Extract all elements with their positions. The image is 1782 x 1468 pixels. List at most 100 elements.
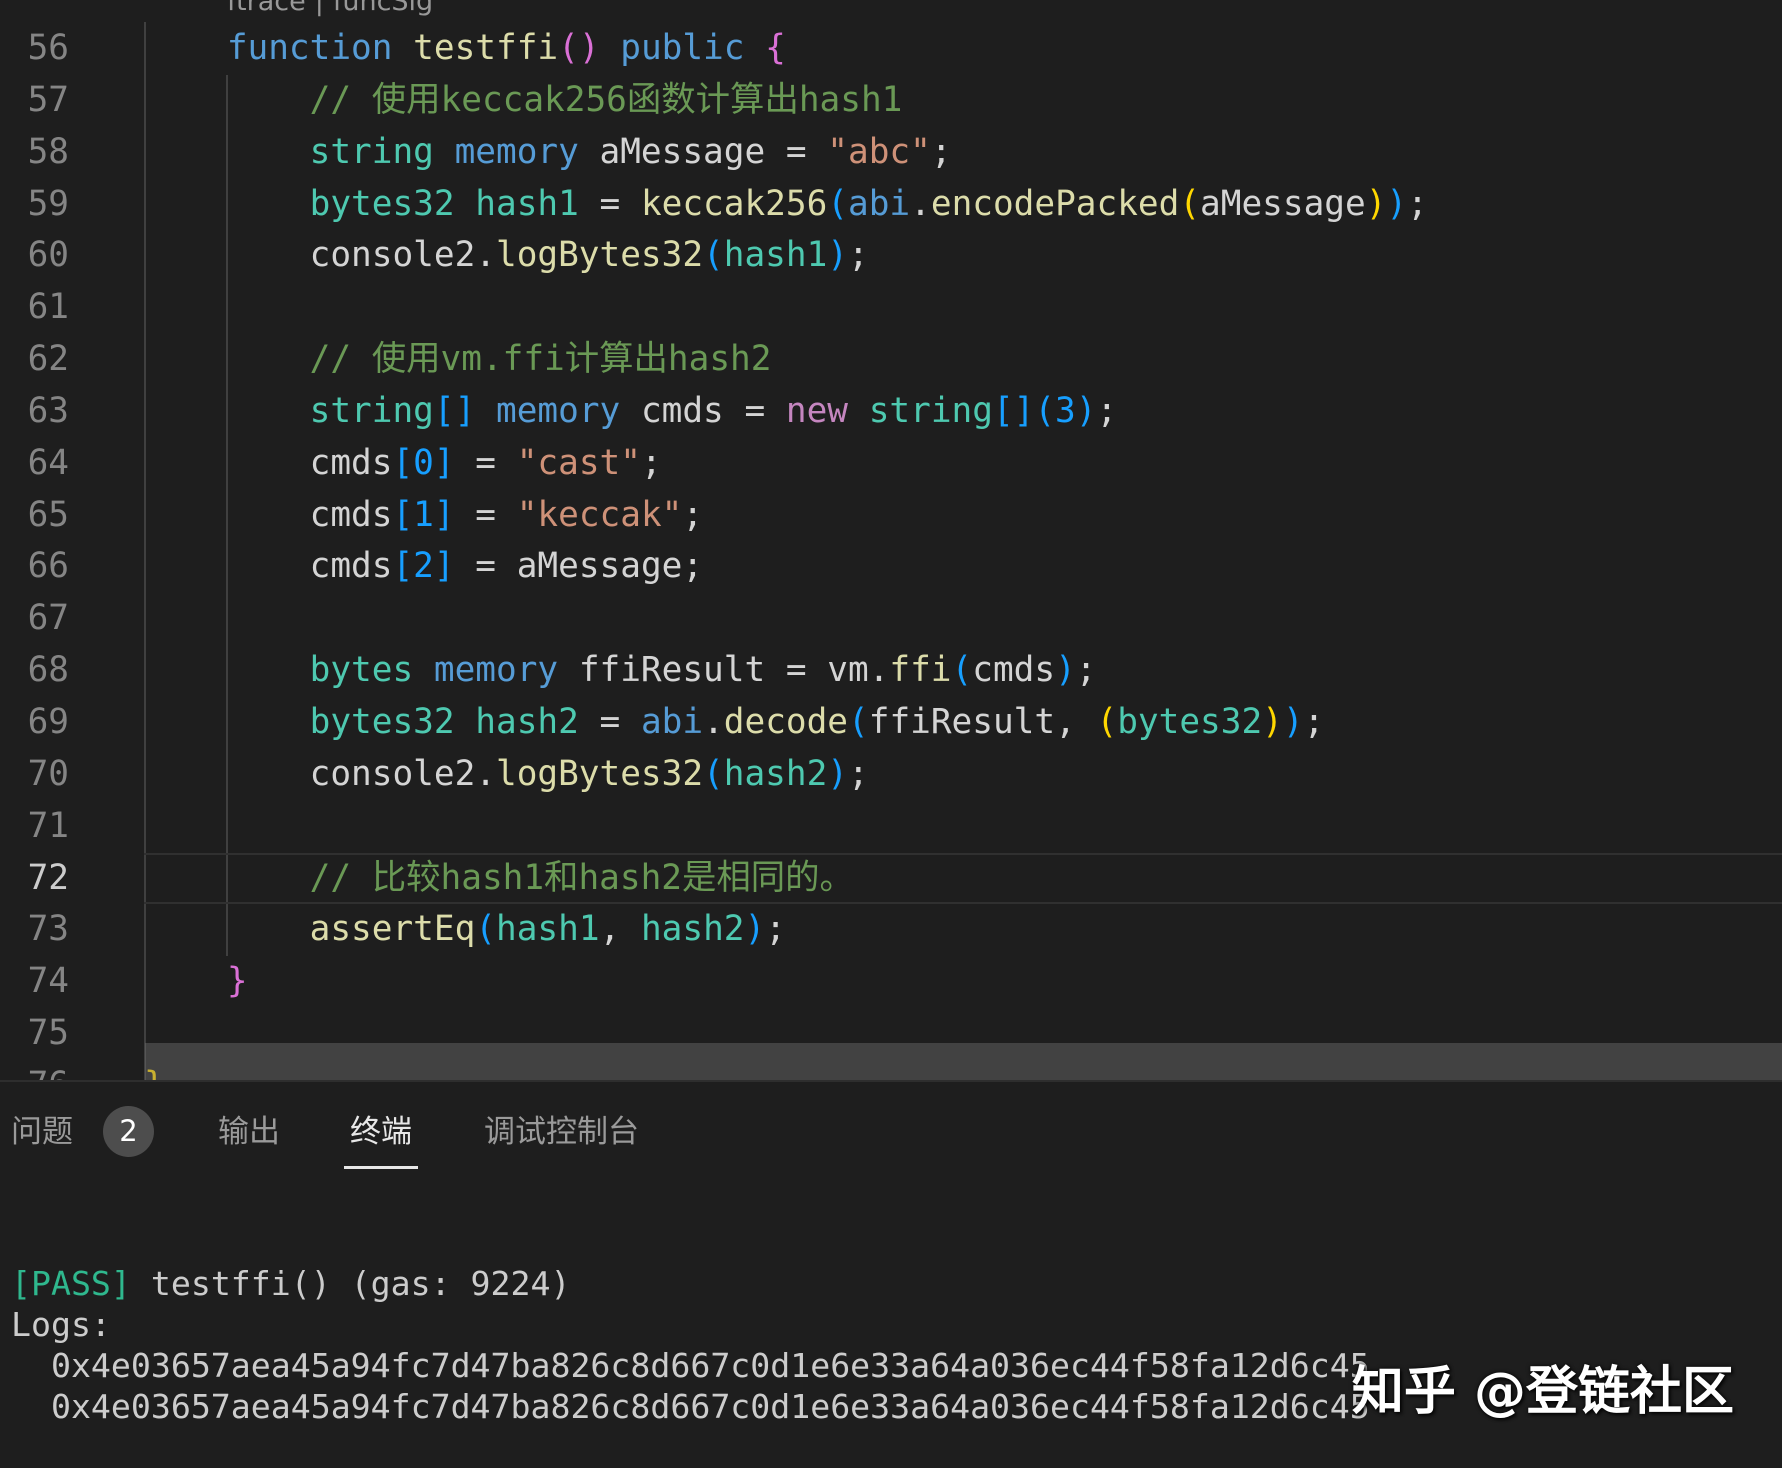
- code-token: .: [910, 184, 931, 224]
- line-number: 63: [0, 386, 69, 438]
- code-token: ;: [641, 443, 662, 483]
- code-token: function: [144, 28, 413, 68]
- code-token: testffi: [413, 28, 558, 68]
- line-number: 76: [0, 1060, 69, 1080]
- code-token: logBytes32: [496, 235, 703, 275]
- code-token: bytes: [144, 650, 434, 690]
- code-line[interactable]: console2.logBytes32(hash2);: [144, 749, 1782, 801]
- tab-debug-console[interactable]: 调试控制台: [484, 1112, 639, 1152]
- code-token: decode: [724, 702, 848, 742]
- tab-label: 问题: [11, 1114, 73, 1150]
- code-token: abi: [848, 184, 910, 224]
- tab-terminal[interactable]: 终端: [350, 1112, 412, 1152]
- code-line[interactable]: bytes memory ffiResult = vm.ffi(cmds);: [144, 645, 1782, 697]
- code-token: cmds: [144, 546, 392, 586]
- code-line[interactable]: string memory aMessage = "abc";: [144, 127, 1782, 179]
- code-token: (: [475, 909, 496, 949]
- code-token: console2.: [144, 235, 496, 275]
- code-token: assertEq: [144, 909, 475, 949]
- code-token: .: [703, 702, 724, 742]
- code-token: string: [144, 391, 434, 431]
- code-token: aMessage: [1200, 184, 1366, 224]
- codelens-funcsig-link[interactable]: funcSig: [333, 0, 433, 17]
- code-token: string: [144, 132, 455, 172]
- line-number: 70: [0, 749, 69, 801]
- code-token: hash2: [641, 909, 745, 949]
- code-token: ffi: [889, 650, 951, 690]
- code-token: ;: [1304, 702, 1325, 742]
- code-token: (: [703, 754, 724, 794]
- code-line[interactable]: function testffi() public {: [144, 23, 1782, 75]
- line-number: 69: [0, 697, 69, 749]
- code-token: ,: [600, 909, 641, 949]
- code-line[interactable]: console2.logBytes32(hash1);: [144, 230, 1782, 282]
- code-token: ;: [1407, 184, 1428, 224]
- code-token: {: [765, 28, 786, 68]
- code-token: (: [848, 702, 869, 742]
- code-token: =: [579, 702, 641, 742]
- line-number: 64: [0, 438, 69, 490]
- tab-label: 输出: [218, 1114, 280, 1150]
- code-token: bytes32: [1117, 702, 1262, 742]
- test-result-line: [PASS] testffi() (gas: 9224): [11, 1264, 1771, 1305]
- current-code-line[interactable]: // 比较hash1和hash2是相同的。: [144, 853, 1782, 905]
- line-number: 73: [0, 904, 69, 956]
- code-token: abi: [641, 702, 703, 742]
- tab-label: 终端: [350, 1114, 412, 1150]
- code-line[interactable]: // 使用vm.ffi计算出hash2: [144, 334, 1782, 386]
- problems-count-badge: 2: [103, 1106, 154, 1157]
- codelens-ftrace-link[interactable]: ftrace: [227, 0, 306, 17]
- code-token: }: [144, 961, 248, 1001]
- code-token: hash2: [475, 702, 579, 742]
- code-line[interactable]: cmds[0] = "cast";: [144, 438, 1782, 490]
- line-number: 56: [0, 23, 69, 75]
- code-token: memory: [455, 132, 600, 172]
- code-line[interactable]: // 使用keccak256函数计算出hash1: [144, 75, 1782, 127]
- code-line[interactable]: bytes32 hash1 = keccak256(abi.encodePack…: [144, 179, 1782, 231]
- code-token: (): [558, 28, 599, 68]
- watermark: 知乎 @登链社区: [1352, 1362, 1734, 1422]
- code-token: cmds: [972, 650, 1055, 690]
- code-line[interactable]: cmds[1] = "keccak";: [144, 490, 1782, 542]
- code-token: bytes32: [144, 184, 475, 224]
- code-token: hash2: [724, 754, 828, 794]
- code-token: (: [827, 184, 848, 224]
- code-editor[interactable]: ftrace|funcSig 5657585960616263646566676…: [0, 0, 1782, 1080]
- code-token: ;: [848, 235, 869, 275]
- line-number: 72: [0, 853, 69, 905]
- code-token: keccak256: [641, 184, 827, 224]
- line-number: 68: [0, 645, 69, 697]
- code-line[interactable]: assertEq(hash1, hash2);: [144, 904, 1782, 956]
- code-token: []: [434, 391, 475, 431]
- test-pass-label: [PASS]: [11, 1264, 131, 1303]
- code-token: (: [952, 650, 973, 690]
- code-line[interactable]: bytes32 hash2 = abi.decode(ffiResult, (b…: [144, 697, 1782, 749]
- horizontal-scrollbar[interactable]: [145, 1043, 1782, 1080]
- active-tab-indicator: [344, 1166, 418, 1169]
- code-token: ffiResult,: [869, 702, 1097, 742]
- tab-label: 调试控制台: [484, 1114, 639, 1150]
- code-line[interactable]: [144, 593, 1782, 645]
- line-number: 71: [0, 801, 69, 853]
- code-line[interactable]: }: [144, 956, 1782, 1008]
- tab-problems[interactable]: 问题 2: [11, 1112, 73, 1152]
- code-token: [1]: [392, 495, 454, 535]
- code-token: = aMessage;: [455, 546, 703, 586]
- tab-output[interactable]: 输出: [218, 1112, 280, 1152]
- line-number: 74: [0, 956, 69, 1008]
- code-token: (: [1179, 184, 1200, 224]
- code-token: hash1: [475, 184, 579, 224]
- code-token: // 比较hash1和hash2是相同的。: [144, 858, 854, 898]
- logs-heading: Logs:: [11, 1305, 1771, 1346]
- code-content[interactable]: function testffi() public { // 使用keccak2…: [144, 23, 1782, 1080]
- code-line[interactable]: [144, 801, 1782, 853]
- code-line[interactable]: cmds[2] = aMessage;: [144, 541, 1782, 593]
- code-token: hash1: [496, 909, 600, 949]
- code-token: (: [1097, 702, 1118, 742]
- code-token: =: [455, 495, 517, 535]
- code-token: "keccak": [517, 495, 683, 535]
- code-line[interactable]: string[] memory cmds = new string[](3);: [144, 386, 1782, 438]
- code-token: ): [744, 909, 765, 949]
- code-line[interactable]: [144, 282, 1782, 334]
- code-token: console2.: [144, 754, 496, 794]
